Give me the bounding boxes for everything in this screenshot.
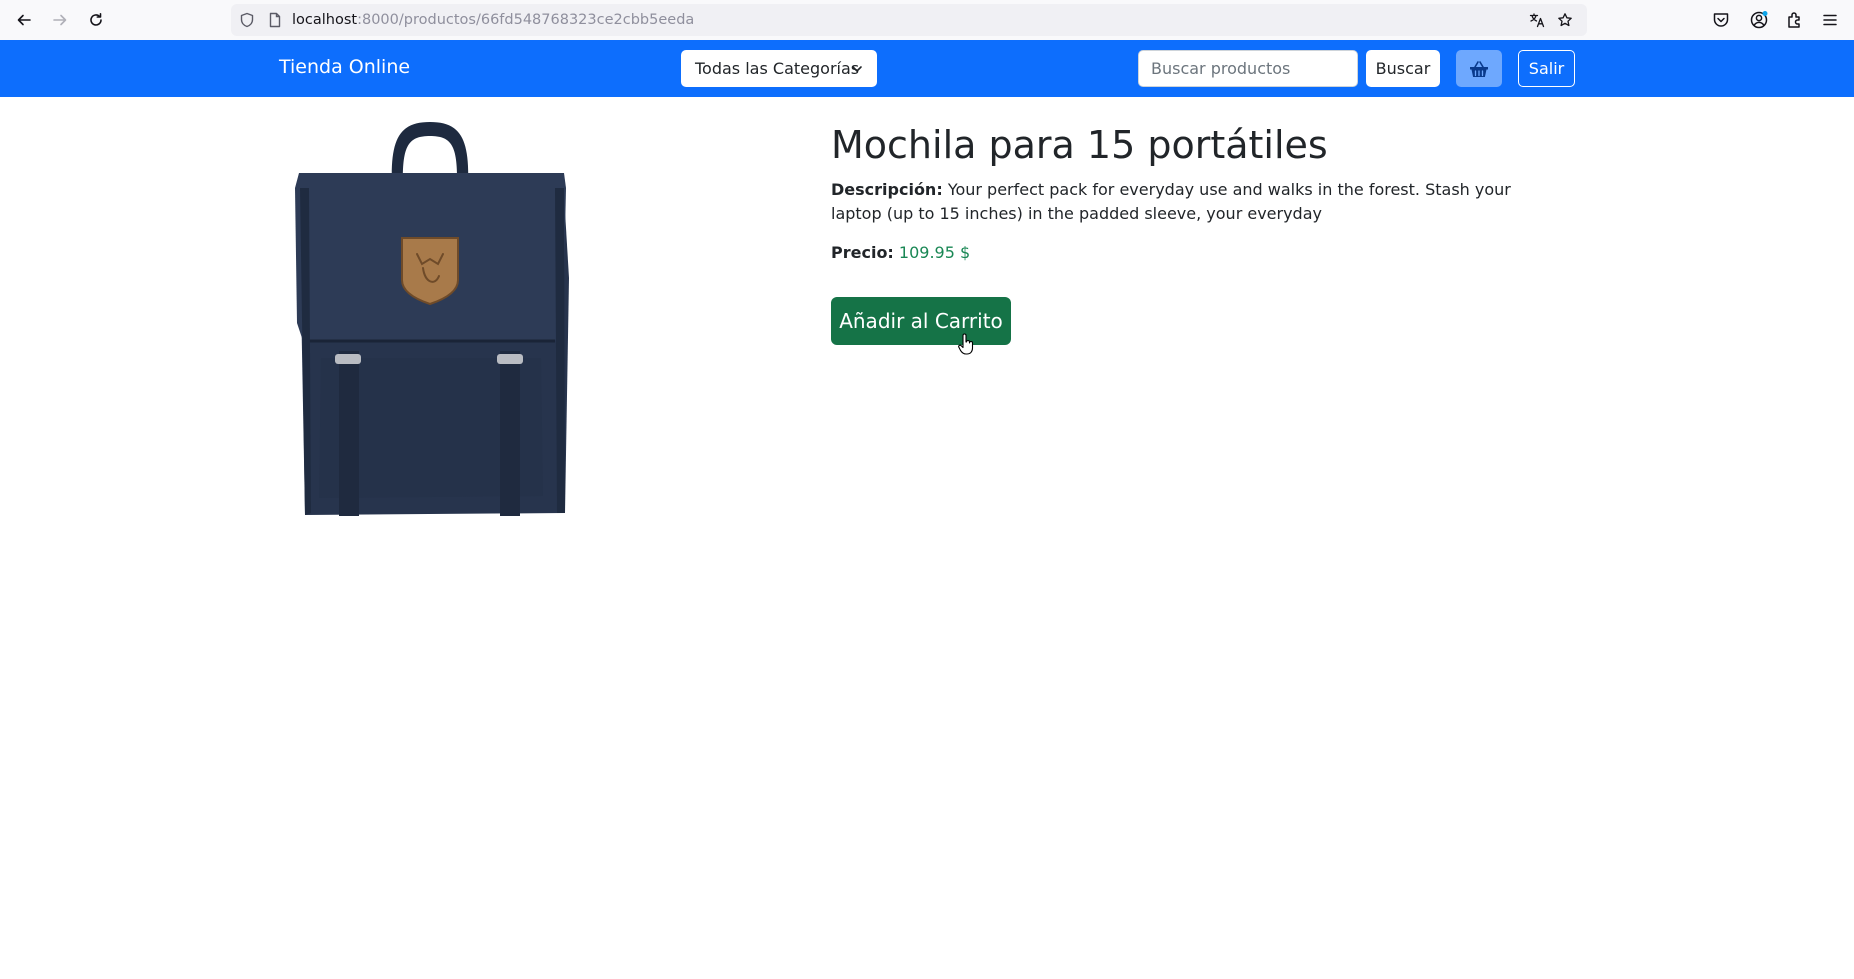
menu-icon[interactable] (1820, 10, 1840, 30)
forward-icon[interactable] (48, 8, 72, 32)
extensions-icon[interactable] (1785, 10, 1805, 30)
product-description: Descripción: Your perfect pack for every… (831, 178, 1551, 226)
page-icon (269, 12, 281, 28)
reload-icon[interactable] (84, 8, 108, 32)
basket-icon (1470, 60, 1488, 77)
category-select[interactable]: Todas las Categorías (681, 50, 877, 87)
price-label: Precio: (831, 243, 894, 262)
category-select-label: Todas las Categorías (695, 59, 860, 78)
browser-toolbar: localhost:8000/productos/66fd548768323ce… (0, 0, 1854, 40)
account-icon[interactable] (1749, 10, 1769, 30)
translate-icon[interactable] (1529, 12, 1545, 28)
address-bar[interactable]: localhost:8000/productos/66fd548768323ce… (231, 4, 1587, 36)
product-price: Precio: 109.95 $ (831, 241, 970, 265)
brand-link[interactable]: Tienda Online (279, 55, 410, 79)
hand-pointer-icon (958, 333, 974, 355)
search-input[interactable] (1138, 50, 1358, 87)
chevron-down-icon (852, 66, 862, 72)
back-icon[interactable] (12, 8, 36, 32)
navbar: Tienda Online Todas las Categorías Busca… (0, 40, 1854, 97)
product-image (295, 122, 569, 516)
add-to-cart-button[interactable]: Añadir al Carrito (831, 297, 1011, 345)
cart-button[interactable] (1456, 50, 1502, 87)
pocket-icon[interactable] (1711, 10, 1731, 30)
search-button[interactable]: Buscar (1366, 50, 1440, 87)
price-value: 109.95 $ (898, 243, 971, 262)
product-title: Mochila para 15 portátiles (831, 123, 1328, 167)
logout-button[interactable]: Salir (1518, 50, 1575, 87)
shield-icon[interactable] (239, 12, 255, 28)
description-label: Descripción: (831, 180, 943, 199)
bookmark-star-icon[interactable] (1557, 12, 1573, 28)
url-text[interactable]: localhost:8000/productos/66fd548768323ce… (292, 11, 694, 29)
